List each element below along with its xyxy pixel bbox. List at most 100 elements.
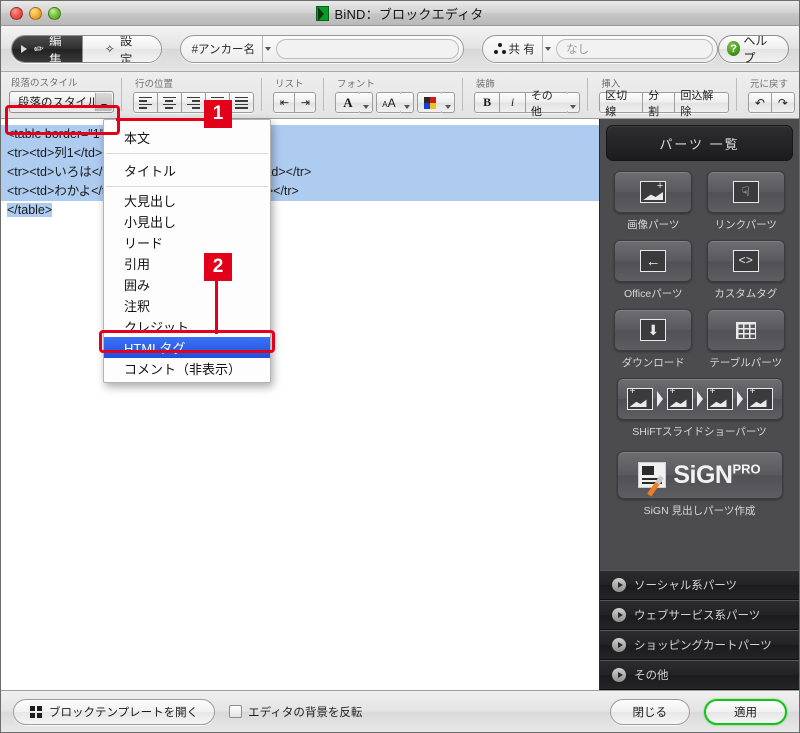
menu-item-box[interactable]: 囲み [104,274,270,295]
menu-item-html-tag[interactable]: HTMLタグ [104,337,270,358]
anchor-label: #アンカー名 [191,43,256,56]
accordion-shopping-cart[interactable]: ショッピングカートパーツ [600,630,799,660]
share-dropdown-button[interactable] [541,35,553,62]
download-icon: ⬇ [640,319,667,341]
font-size-control: AA [375,92,414,113]
align-center-button[interactable] [156,92,182,113]
menu-item-quote[interactable]: 引用 [104,253,270,274]
group-caption-undo: 元に戻す [749,79,788,90]
group-caption-line-position: 行の位置 [134,79,173,90]
annotation-badge-2: 2 [204,253,232,281]
accordion-other[interactable]: その他 [600,660,799,690]
insert-split-button[interactable]: 分割 [642,90,676,118]
part-office[interactable]: ← Officeパーツ [612,240,695,301]
parts-grid: 画像パーツ ☟ リンクパーツ ← Officeパーツ <> カスタムタグ ⬇ ダ… [600,161,799,518]
part-label: リンクパーツ [714,219,777,231]
font-size-button[interactable]: AA [375,92,402,113]
paragraph-style-button[interactable]: 段落のスタイル [9,91,114,113]
open-block-template-button[interactable]: ブロックテンプレートを開く [13,698,216,725]
font-family-dropdown[interactable] [359,92,373,113]
accordion-webservice[interactable]: ウェブサービス系パーツ [600,600,799,630]
disclosure-arrow-icon [612,638,626,652]
part-table[interactable]: テーブルパーツ [705,309,788,370]
redo-button[interactable]: ↷ [770,92,795,113]
grid-icon [30,705,42,718]
disclosure-arrow-icon [612,578,626,592]
invert-background-checkbox-group[interactable]: エディタの背景を反転 [229,704,362,720]
italic-button[interactable]: i [499,92,526,113]
decoration-other-dropdown[interactable] [567,92,581,113]
share-field-group: 共 有 なし [481,34,718,63]
decoration-other-button[interactable]: その他 [524,90,569,118]
font-color-button[interactable] [416,92,443,113]
menu-item-small-heading[interactable]: 小見出し [104,211,270,232]
part-custom-tag[interactable]: <> カスタムタグ [705,240,788,301]
invert-background-label: エディタの背景を反転 [248,706,363,719]
gear-icon: ✧ [104,41,115,56]
part-label: SiGN 見出しパーツ作成 [643,505,756,517]
tab-edit[interactable]: ✏ 編集 [12,35,82,62]
close-window-icon[interactable] [10,6,23,20]
toolbar-group-insert: 挿入 区切線 分割 回込解除 [595,72,729,118]
tab-settings-label: 設定 [119,34,133,63]
toolbar-divider [735,78,737,111]
question-mark-icon: ? [726,41,741,56]
html-source-editor[interactable]: <table border="1"> <tr><td>列1</td><td>列2… [1,119,599,690]
toolbar-group-line-position: 行の位置 [129,72,254,113]
pencil-icon: ✏ [33,40,45,57]
undo-button[interactable]: ↶ [747,92,772,113]
insert-rule-label: 区切線 [605,89,628,118]
menu-item-credit[interactable]: クレジット [104,316,270,337]
apply-button[interactable]: 適用 [704,698,787,725]
accordion-label: ウェブサービス系パーツ [634,610,761,622]
align-right-button[interactable] [180,92,206,113]
arrow-left-icon: ← [640,250,667,272]
anchor-dropdown-button[interactable] [262,35,273,62]
toolbar-group-list: リスト ⇤ ⇥ [269,72,316,113]
list-indent-decrease-button[interactable]: ⇤ [272,92,295,113]
menu-item-annotation[interactable]: 注釈 [104,295,270,316]
insert-rule-button[interactable]: 区切線 [599,90,644,118]
share-label-text: 共 有 [508,43,535,56]
share-label: 共 有 [483,41,542,57]
window-title-group: BiND：ブロックエディタ [1,1,799,25]
toolbar-divider [461,78,463,111]
toolbar-group-undo: 元に戻す ↶ ↷ [744,72,795,113]
group-caption-font: フォント [336,79,375,90]
part-image[interactable]: 画像パーツ [612,171,695,232]
anchor-input[interactable] [276,38,459,59]
minimize-window-icon[interactable] [29,6,42,20]
font-family-button[interactable]: A [334,92,361,113]
checkbox-icon[interactable] [229,705,243,718]
redo-arrow-icon: ↷ [777,95,788,110]
code-line: <tr><td>わかよ</td><td>たれそつねならむ</td></tr> [1,182,599,201]
bold-button[interactable]: B [473,92,501,113]
menu-divider [106,153,268,154]
menu-item-honbun[interactable]: 本文 [104,124,270,150]
align-center-icon [162,96,176,109]
part-link[interactable]: ☟ リンクパーツ [705,171,788,232]
align-left-icon [138,96,152,109]
close-button[interactable]: 閉じる [609,698,690,725]
menu-item-title[interactable]: タイトル [104,157,270,183]
help-button[interactable]: ? ヘルプ [717,34,789,65]
font-color-dropdown[interactable] [441,92,455,113]
annotation-line-1 [116,118,211,121]
zoom-window-icon[interactable] [48,6,61,20]
menu-item-lead[interactable]: リード [104,232,270,253]
accordion-social[interactable]: ソーシャル系パーツ [600,570,799,600]
insert-clear-float-button[interactable]: 回込解除 [674,90,729,118]
part-sign-pro[interactable]: SiGNPRO SiGN 見出しパーツ作成 [612,451,787,518]
menu-item-comment[interactable]: コメント（非表示） [104,358,270,379]
part-download[interactable]: ⬇ ダウンロード [612,309,695,370]
part-shift-slideshow[interactable]: SHiFTスライドショーパーツ [612,378,787,439]
share-value[interactable]: なし [556,38,713,59]
menu-item-large-heading[interactable]: 大見出し [104,190,270,211]
font-size-dropdown[interactable] [400,92,414,113]
align-left-button[interactable] [132,92,158,113]
traffic-lights [10,6,61,20]
font-letter-a-icon: A [343,94,353,110]
list-indent-increase-button[interactable]: ⇥ [293,92,316,113]
align-extra-button[interactable] [228,92,254,113]
tab-settings[interactable]: ✧ 設定 [81,34,161,63]
